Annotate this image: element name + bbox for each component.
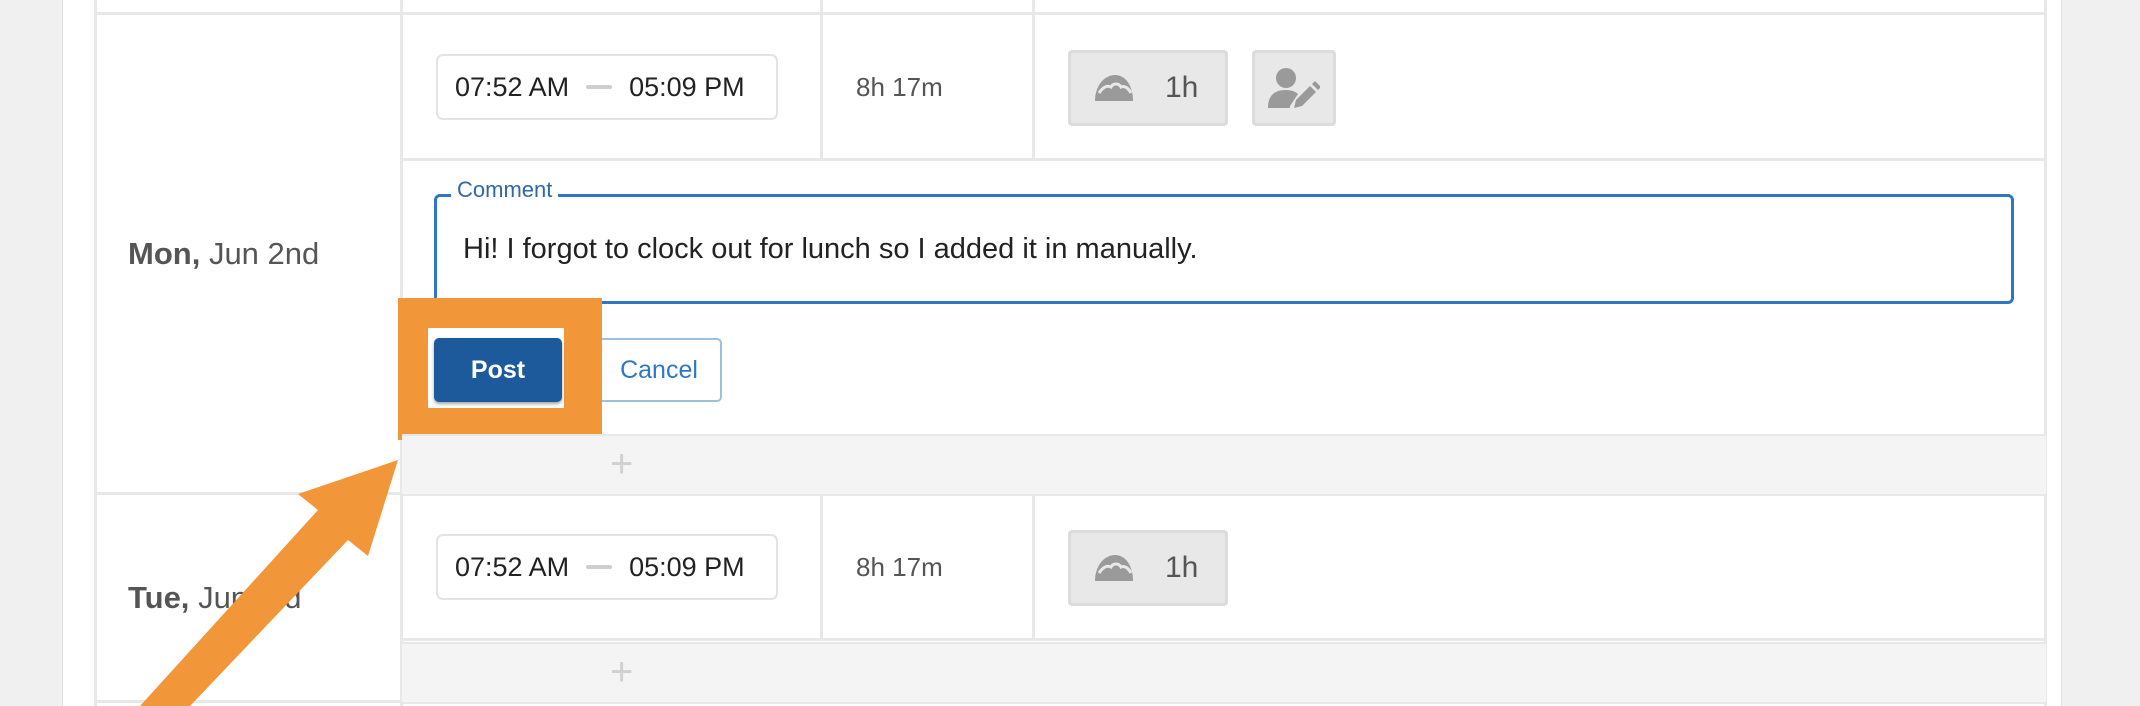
page: Mon, Jun 2nd 07:52 AM 05:09 PM 8h 17m 1h… [0, 0, 2140, 706]
day-weekday: Tue, [128, 580, 190, 615]
time-range-tue[interactable]: 07:52 AM 05:09 PM [436, 534, 778, 600]
add-entry-row-mon[interactable]: + [402, 434, 2046, 496]
dash-separator [586, 565, 613, 569]
post-button[interactable]: Post [434, 338, 562, 402]
time-out[interactable]: 05:09 PM [629, 72, 745, 103]
edit-user-button[interactable] [1252, 50, 1336, 126]
column-divider [2044, 0, 2047, 706]
time-in[interactable]: 07:52 AM [455, 72, 569, 103]
duration-tue: 8h 17m [856, 552, 943, 582]
day-label-mon: Mon, Jun 2nd [128, 236, 319, 272]
add-entry-row-tue[interactable]: + [402, 642, 2046, 704]
taco-icon [1095, 75, 1133, 101]
comment-field[interactable]: Comment Hi! I forgot to clock out for lu… [434, 177, 2014, 304]
break-duration: 1h [1165, 71, 1199, 104]
column-divider [1032, 494, 1035, 640]
column-divider [820, 494, 823, 640]
time-out[interactable]: 05:09 PM [629, 552, 745, 583]
day-date: Jun 2nd [208, 236, 320, 271]
comment-input-value[interactable]: Hi! I forgot to clock out for lunch so I… [463, 233, 1198, 266]
plus-icon[interactable]: + [610, 438, 633, 490]
user-edit-icon [1268, 68, 1320, 108]
cancel-button[interactable]: Cancel [598, 338, 722, 402]
duration-mon: 8h 17m [856, 72, 943, 102]
break-chip-tue[interactable]: 1h [1068, 530, 1228, 606]
taco-icon [1095, 555, 1133, 581]
day-date: Jun 3rd [198, 580, 302, 615]
dash-separator [586, 85, 613, 89]
day-weekday: Mon, [128, 236, 201, 271]
comment-label: Comment [451, 177, 559, 203]
time-in[interactable]: 07:52 AM [455, 552, 569, 583]
column-divider [94, 0, 97, 706]
break-chip-mon[interactable]: 1h [1068, 50, 1228, 126]
row-divider [402, 638, 2046, 641]
day-label-tue: Tue, Jun 3rd [128, 580, 301, 616]
timesheet-card [62, 0, 2062, 706]
row-divider [94, 12, 2046, 15]
row-divider [402, 158, 2046, 161]
column-divider [820, 0, 823, 160]
plus-icon[interactable]: + [610, 646, 633, 698]
break-duration: 1h [1165, 551, 1199, 584]
column-divider [1032, 0, 1035, 160]
time-range-mon[interactable]: 07:52 AM 05:09 PM [436, 54, 778, 120]
